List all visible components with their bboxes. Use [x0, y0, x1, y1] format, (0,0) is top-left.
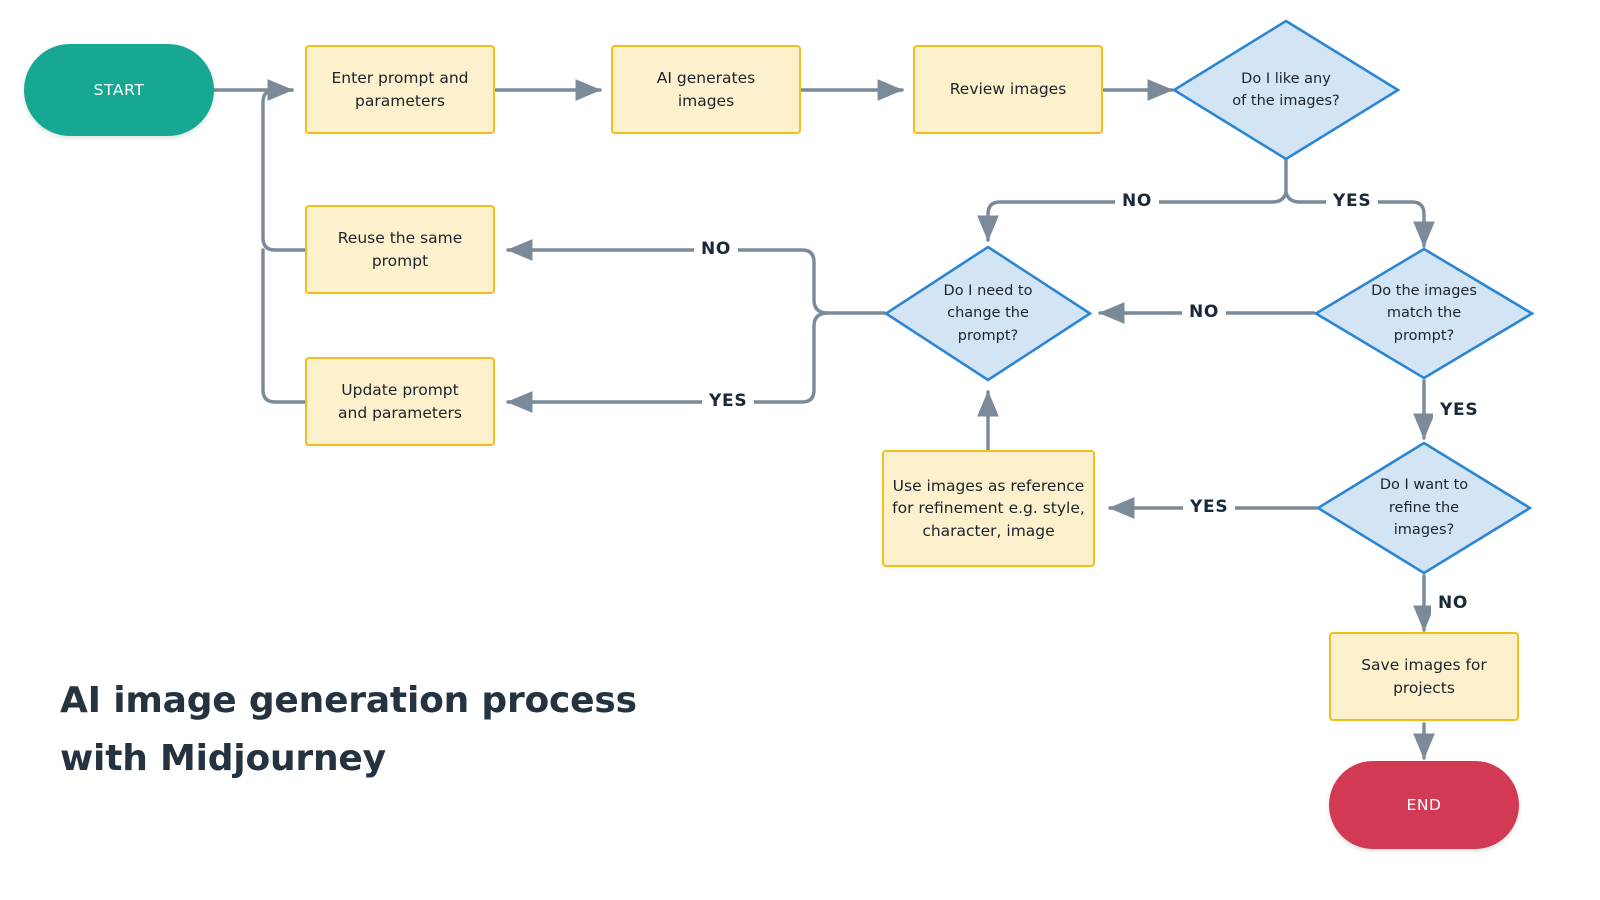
node-ai-generates-label: AI generates images	[656, 69, 756, 110]
node-review-images-label: Review images	[949, 80, 1067, 99]
edge-label-refine-no: NO	[1431, 592, 1476, 614]
node-start[interactable]: START	[24, 44, 214, 136]
edge-label-refine-yes: YES	[1183, 496, 1236, 518]
flowchart-canvas: START Enter prompt and parameters AI gen…	[0, 0, 1600, 900]
edge-loopback-reuse	[261, 88, 307, 252]
node-use-reference[interactable]: Use images as reference for refinement e…	[882, 450, 1095, 567]
edge-label-like-any-yes: YES	[1326, 190, 1379, 212]
edge-loopback-update	[261, 248, 307, 404]
node-decision-images-match-label: Do the images match the prompt?	[1371, 282, 1477, 344]
node-decision-need-change-label: Do I need to change the prompt?	[943, 282, 1033, 344]
node-decision-want-refine[interactable]: Do I want to refine the images?	[1316, 441, 1532, 575]
node-decision-need-change[interactable]: Do I need to change the prompt?	[884, 245, 1092, 382]
node-decision-images-match[interactable]: Do the images match the prompt?	[1314, 247, 1534, 380]
node-update-prompt-label: Update prompt and parameters	[338, 381, 462, 422]
edge-label-match-no: NO	[1182, 301, 1227, 323]
node-end[interactable]: END	[1329, 761, 1519, 849]
edge-label-change-no: NO	[694, 238, 739, 260]
edge-label-change-yes: YES	[702, 390, 755, 412]
edge-change-yes	[506, 311, 828, 413]
page-title: AI image generation process with Midjour…	[60, 680, 637, 779]
node-decision-want-refine-label: Do I want to refine the images?	[1379, 477, 1469, 539]
node-use-reference-label: Use images as reference for refinement e…	[892, 476, 1085, 540]
edge-change-no	[506, 239, 828, 315]
node-save-images[interactable]: Save images for projects	[1329, 632, 1519, 721]
node-review-images[interactable]: Review images	[913, 45, 1103, 134]
edge-label-match-yes: YES	[1433, 399, 1486, 421]
node-update-prompt[interactable]: Update prompt and parameters	[305, 357, 495, 446]
node-start-label: START	[93, 80, 145, 99]
node-save-images-label: Save images for projects	[1361, 656, 1487, 697]
node-decision-like-any-label: Do I like any of the images?	[1232, 70, 1340, 109]
node-end-label: END	[1406, 795, 1442, 814]
node-enter-prompt[interactable]: Enter prompt and parameters	[305, 45, 495, 134]
node-decision-like-any[interactable]: Do I like any of the images?	[1172, 19, 1400, 161]
node-ai-generates[interactable]: AI generates images	[611, 45, 801, 134]
node-enter-prompt-label: Enter prompt and parameters	[331, 69, 469, 110]
node-reuse-prompt-label: Reuse the same prompt	[337, 229, 463, 270]
edge-label-like-any-no: NO	[1115, 190, 1160, 212]
node-reuse-prompt[interactable]: Reuse the same prompt	[305, 205, 495, 294]
